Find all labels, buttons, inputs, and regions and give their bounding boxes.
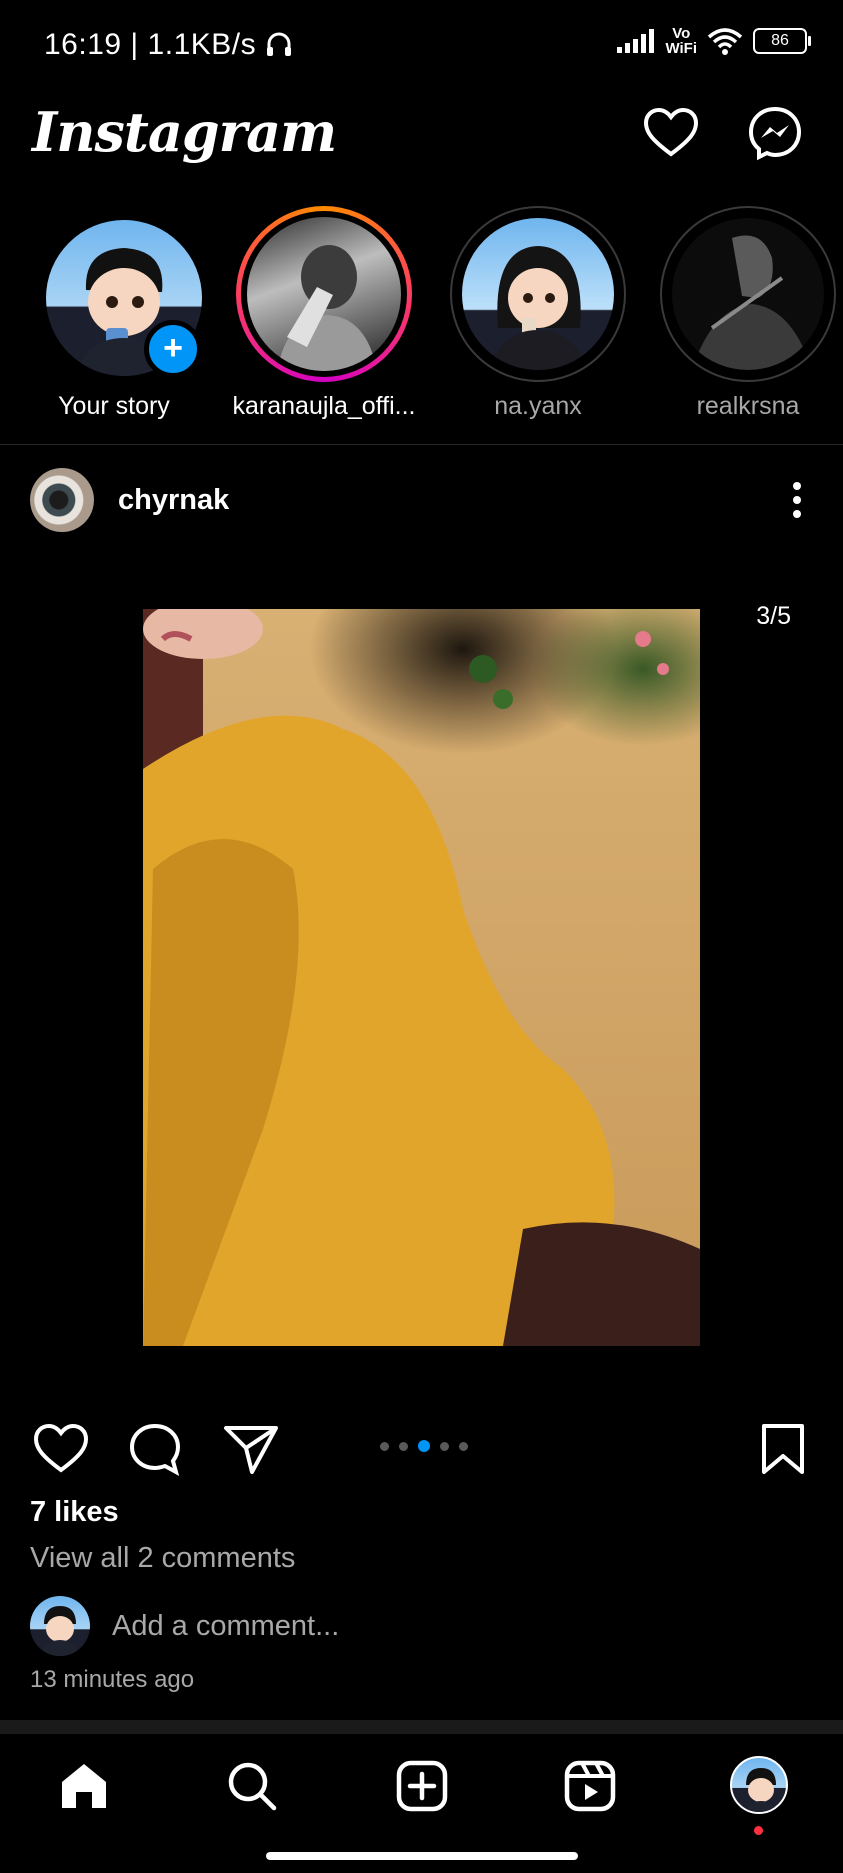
story-label: realkrsna (696, 392, 800, 420)
carousel-dot (380, 1441, 389, 1451)
network-speed: 1.1KB/s (147, 28, 257, 61)
story-karanaujla[interactable]: karanaujla_offi... (224, 206, 424, 421)
status-icons: Vo WiFi 86 (617, 26, 811, 56)
stories-divider (0, 444, 843, 445)
story-your-story[interactable]: + Your story (14, 206, 214, 421)
avatar-illustration (743, 1768, 779, 1812)
story-ring-seen (450, 206, 626, 382)
post-timestamp: 13 minutes ago (30, 1666, 195, 1693)
search-icon[interactable] (224, 1758, 280, 1814)
instagram-logo[interactable]: Instagram (32, 100, 337, 164)
post-username[interactable]: chyrnak (118, 484, 229, 517)
story-label: na.yanx (494, 392, 582, 420)
avatar-illustration (488, 246, 588, 370)
create-icon[interactable] (394, 1758, 450, 1814)
view-all-comments-link[interactable]: View all 2 comments (30, 1542, 295, 1575)
carousel-counter: 3/5 (756, 602, 791, 630)
wifi-label: WiFi (665, 40, 697, 57)
add-story-icon[interactable]: + (144, 320, 202, 378)
avatar-photo (277, 245, 377, 371)
story-na-yanx[interactable]: na.yanx (438, 206, 638, 421)
carousel-dot-active (418, 1440, 430, 1452)
share-icon[interactable] (222, 1420, 280, 1478)
post-image[interactable] (143, 609, 700, 1346)
bookmark-icon[interactable] (754, 1420, 812, 1478)
notification-dot (754, 1826, 763, 1835)
story-ring-seen (660, 206, 836, 382)
volte-label: Vo (672, 25, 691, 42)
comment-icon[interactable] (126, 1420, 184, 1478)
avatar-photo (692, 235, 812, 370)
profile-tab-avatar[interactable] (730, 1756, 788, 1814)
status-time: 16:19 | 1.1KB/s (44, 28, 293, 62)
add-comment-input[interactable]: Add a comment... (112, 1610, 339, 1643)
story-realkrsna[interactable]: realkrsna (648, 206, 843, 421)
heart-icon[interactable] (642, 104, 700, 162)
like-icon[interactable] (32, 1420, 90, 1478)
bottom-nav-separator (0, 1720, 843, 1734)
headphones-icon (266, 32, 291, 56)
story-label: Your story (58, 392, 170, 420)
more-options-icon[interactable] (791, 480, 803, 520)
story-avatar (672, 218, 824, 370)
post-author-avatar[interactable] (30, 468, 94, 532)
post-photo (143, 609, 700, 1346)
battery-indicator: 86 (753, 28, 811, 54)
comment-user-avatar (30, 1596, 90, 1656)
home-icon[interactable] (56, 1758, 112, 1814)
messenger-icon[interactable] (746, 104, 804, 162)
signal-icon (617, 29, 655, 53)
story-ring: + (26, 206, 202, 382)
carousel-dot (459, 1441, 468, 1451)
carousel-indicator (380, 1440, 468, 1452)
likes-count[interactable]: 7 likes (30, 1496, 119, 1529)
story-label: karanaujla_offi... (232, 392, 416, 420)
home-indicator[interactable] (266, 1852, 578, 1860)
wifi-icon (707, 28, 743, 55)
avatar-illustration (40, 1606, 80, 1656)
story-avatar (247, 217, 401, 371)
volte-wifi-indicator: Vo WiFi (665, 26, 697, 56)
story-ring-unseen (236, 206, 412, 382)
reels-icon[interactable] (562, 1758, 618, 1814)
carousel-dot (399, 1441, 408, 1451)
clock: 16:19 (44, 28, 122, 61)
carousel-dot (440, 1441, 449, 1451)
story-avatar (462, 218, 614, 370)
